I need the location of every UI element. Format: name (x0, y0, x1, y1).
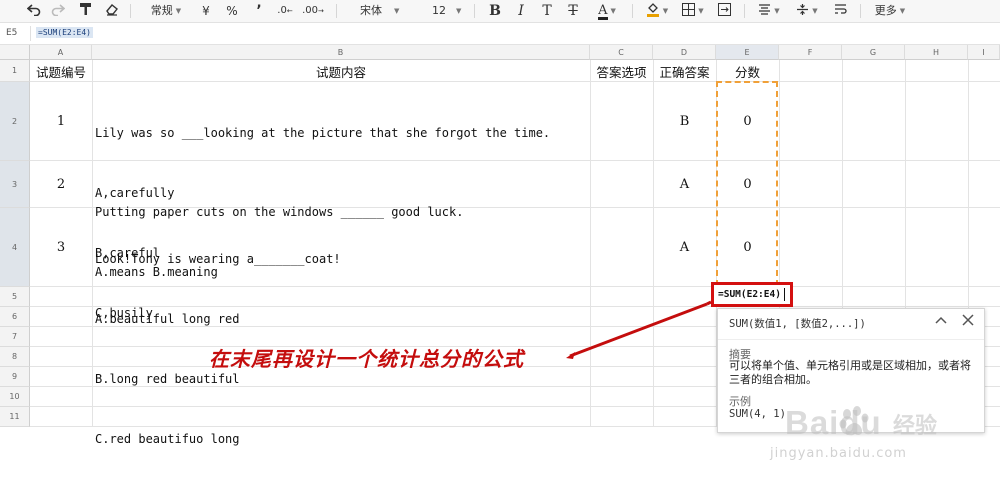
close-icon[interactable] (961, 313, 975, 331)
example-code: SUM(4, 1) (729, 408, 786, 420)
function-signature: SUM(数值1, [数值2,...]) (729, 318, 866, 330)
example-label: 示例 (729, 395, 751, 408)
function-help-tooltip: SUM(数值1, [数值2,...]) 摘要 可以将单个值、单元格引用或是区域相… (717, 308, 985, 433)
summary-text: 可以将单个值、单元格引用或是区域相加，或者将三者的组合相加。 (729, 359, 971, 386)
collapse-icon[interactable] (934, 313, 948, 331)
annotation-text: 在末尾再设计一个统计总分的公式 (209, 347, 524, 371)
